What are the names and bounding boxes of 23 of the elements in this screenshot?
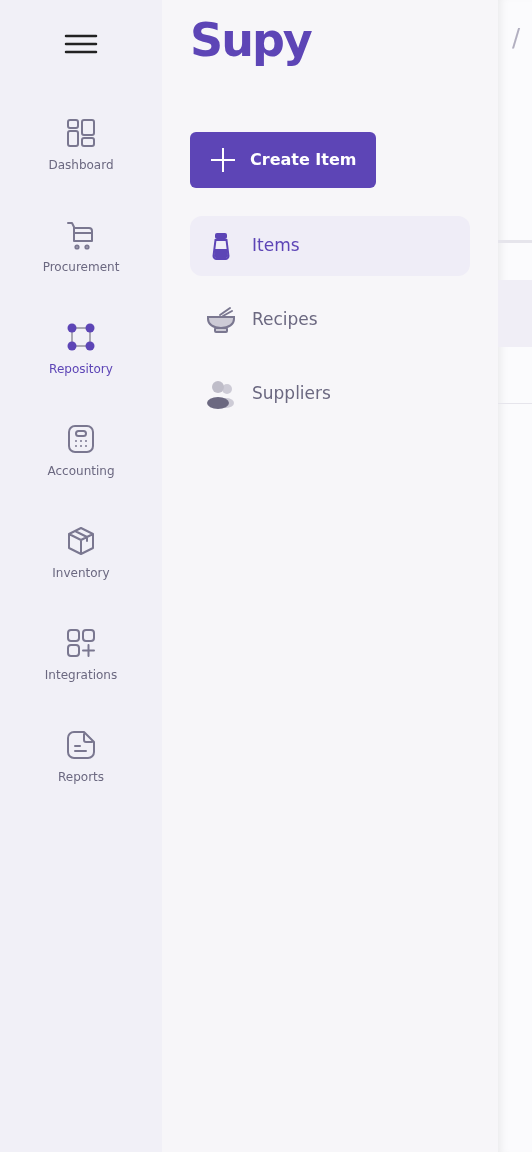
dots-square-icon xyxy=(66,322,96,352)
logo: Supy xyxy=(190,14,313,66)
nav-item[interactable]: Repository xyxy=(49,322,113,378)
menu-item[interactable]: Recipes xyxy=(190,290,470,350)
report-icon xyxy=(66,730,96,760)
box-icon xyxy=(66,526,96,556)
nav-item[interactable]: Procurement xyxy=(42,220,120,276)
nav-item[interactable]: Inventory xyxy=(52,526,110,582)
people-icon xyxy=(206,379,236,409)
nav-item[interactable]: Reports xyxy=(58,730,104,786)
breadcrumb-separator: / xyxy=(512,23,521,54)
nav-item[interactable]: Integrations xyxy=(44,628,118,684)
nav-item[interactable]: Accounting xyxy=(47,424,115,480)
dashboard-icon xyxy=(66,118,96,148)
menu-item[interactable]: Suppliers xyxy=(190,364,470,424)
nav-item[interactable]: Dashboard xyxy=(48,118,114,174)
bowl-icon xyxy=(206,305,236,335)
create-item-button[interactable]: Create Item xyxy=(190,132,377,188)
calculator-icon xyxy=(66,424,96,454)
cart-icon xyxy=(66,220,96,250)
apps-plus-icon xyxy=(66,628,96,658)
plus-icon xyxy=(210,147,236,173)
menu-item[interactable]: Items xyxy=(190,216,470,276)
